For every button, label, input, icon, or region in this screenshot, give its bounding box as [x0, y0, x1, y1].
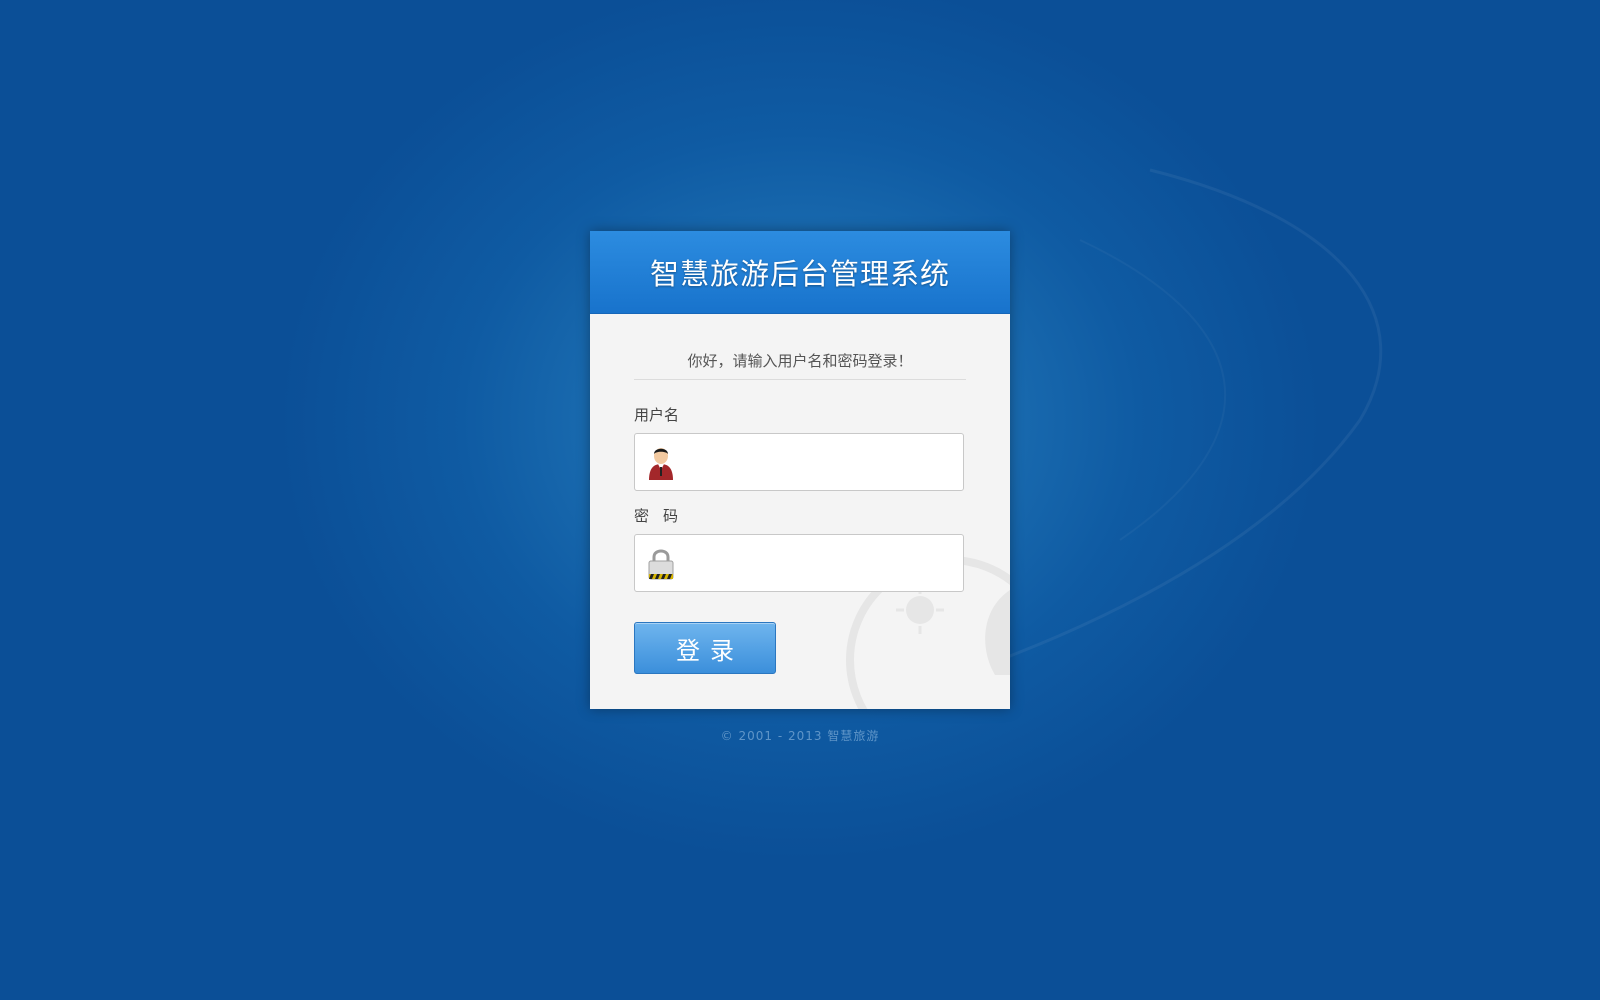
- app-title: 智慧旅游后台管理系统: [649, 257, 950, 291]
- password-field[interactable]: [634, 534, 964, 593]
- login-header: 智慧旅游后台管理系统: [590, 231, 1010, 314]
- copyright-footer: © 2001 - 2013 智慧旅游: [720, 729, 880, 743]
- login-form: 你好，请输入用户名和密码登录！ 用户名 密码 登录: [590, 314, 1010, 709]
- password-label: 密码: [634, 507, 693, 525]
- login-greeting: 你好，请输入用户名和密码登录！: [634, 314, 966, 380]
- username-input[interactable]: [687, 434, 961, 492]
- login-card: 智慧旅游后台管理系统 你好，请输入用户名和密码登录！ 用户名 密码 登录: [590, 231, 1010, 709]
- padlock-icon: [648, 549, 674, 580]
- username-field[interactable]: [634, 433, 964, 492]
- login-button[interactable]: 登录: [634, 622, 776, 674]
- password-input[interactable]: [687, 535, 961, 593]
- username-label: 用户名: [634, 406, 680, 424]
- user-avatar-icon: [649, 448, 673, 480]
